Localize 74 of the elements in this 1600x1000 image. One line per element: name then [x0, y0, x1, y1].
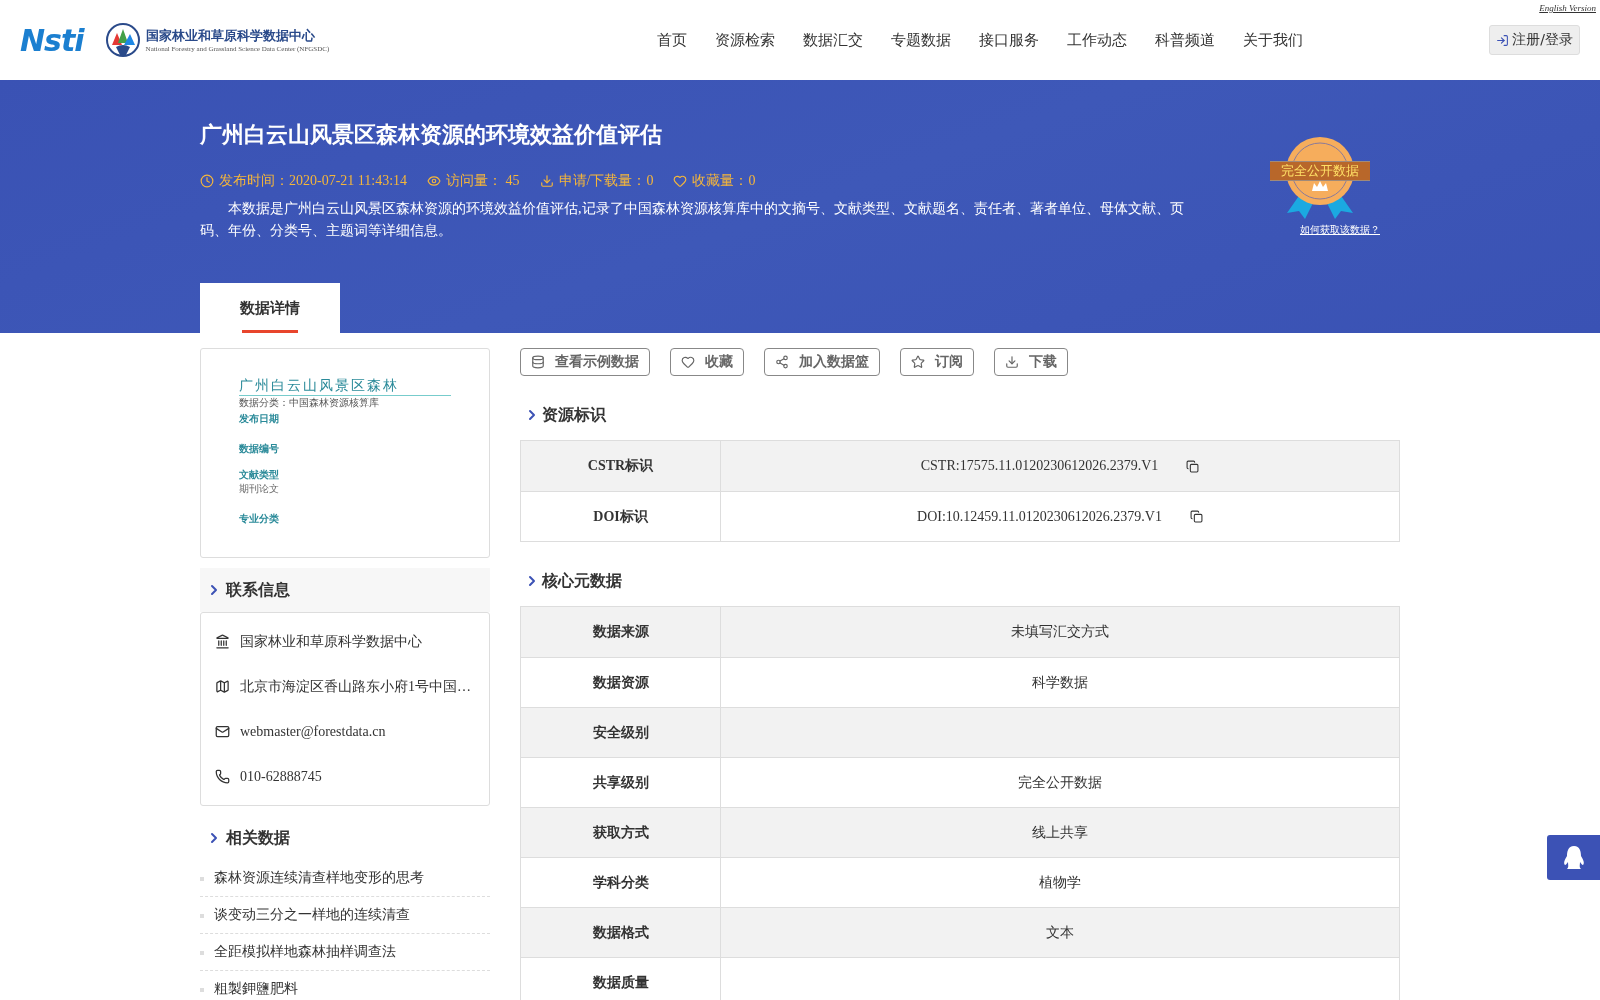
section-heading: 核心元数据: [542, 570, 622, 592]
meta-text: 访问量： 45: [446, 172, 520, 190]
clock-icon: [200, 174, 214, 188]
meta-text: 发布时间：2020-07-21 11:43:14: [219, 172, 408, 190]
database-icon: [531, 355, 545, 369]
phone-icon: [215, 769, 230, 784]
table-cell: 科学数据: [1032, 673, 1088, 692]
chat-button[interactable]: [1547, 835, 1600, 880]
eye-icon: [427, 174, 442, 188]
table-cell: DOI标识: [521, 492, 721, 541]
contact-text: webmaster@forestdata.cn: [240, 723, 386, 740]
related-link[interactable]: 全距模拟样地森林抽样调查法: [200, 934, 490, 971]
org-name: 国家林业和草原科学数据中心: [145, 27, 316, 45]
action-button[interactable]: 下载: [994, 348, 1068, 376]
nav-link[interactable]: 科普频道: [1155, 30, 1216, 50]
heart-icon: [673, 174, 688, 188]
copy-icon[interactable]: [1186, 459, 1200, 473]
table-cell: 数据质量: [521, 958, 721, 1000]
nav-link[interactable]: 数据汇交: [803, 30, 864, 50]
cover-title: 广州白云山风景区森林: [239, 377, 451, 396]
cover-value: 期刊论文: [239, 482, 280, 496]
table-cell: 未填写汇交方式: [1011, 623, 1109, 641]
nav-link[interactable]: 工作动态: [1067, 30, 1128, 50]
cover-label: 发布日期: [239, 412, 280, 426]
star-icon: [911, 355, 925, 369]
tab[interactable]: 数据详情: [200, 283, 340, 333]
section-heading: 资源标识: [542, 404, 606, 426]
section-heading: 联系信息: [226, 579, 290, 601]
contact-text: 北京市海淀区香山路东小府1号中国…: [240, 677, 471, 696]
cover-label: 数据编号: [239, 442, 280, 456]
section-heading: 相关数据: [226, 827, 290, 849]
table-cell: 线上共享: [1032, 823, 1088, 842]
map-icon: [215, 679, 230, 694]
table-cell: DOI:10.12459.11.0120230612026.2379.V1: [917, 508, 1162, 525]
table-cell: 文本: [1046, 923, 1074, 942]
related-link[interactable]: 粗製鉀鹽肥料: [200, 971, 490, 1000]
related-link[interactable]: 森林资源连续清查样地变形的思考: [200, 860, 490, 897]
login-icon: [1496, 33, 1510, 47]
login-button[interactable]: 注册/登录: [1489, 25, 1580, 55]
logo[interactable]: Nsti: [20, 22, 84, 58]
bank-icon: [215, 634, 230, 649]
action-button[interactable]: 查看示例数据: [520, 348, 650, 376]
meta-text: 申请/下载量：0: [558, 172, 654, 190]
contact-text: 国家林业和草原科学数据中心: [240, 632, 422, 651]
table-cell: CSTR:17575.11.0120230612026.2379.V1: [920, 458, 1159, 474]
cover-subtitle: 数据分类：中国森林资源核算库: [239, 396, 380, 410]
nav-link[interactable]: 接口服务: [979, 30, 1040, 50]
dataset-title: 广州白云山风景区森林资源的环境效益价值评估: [200, 121, 663, 149]
nav-link[interactable]: 专题数据: [891, 30, 952, 50]
cover-label: 专业分类: [239, 512, 280, 526]
share-icon: [775, 355, 789, 369]
english-version-link[interactable]: English Version: [1539, 3, 1596, 13]
related-link[interactable]: 谈变动三分之一样地的连续清查: [200, 897, 490, 934]
badge-label: 完全公开数据: [1270, 161, 1370, 181]
cover-label: 文献类型: [239, 468, 280, 482]
how-to-get-link[interactable]: 如何获取该数据？: [1300, 223, 1380, 237]
download-icon: [1005, 355, 1019, 369]
nav-link[interactable]: 关于我们: [1243, 30, 1304, 50]
description: 本数据是广州白云山风景区森林资源的环境效益价值评估,记录了中国森林资源核算库中的文摘号、文献类型、文献题名、责任者、著者单位、母体文献、页码、年份、分类号、主题词等详细信息。: [200, 200, 1185, 240]
copy-icon[interactable]: [1189, 510, 1203, 523]
action-button[interactable]: 加入数据篮: [764, 348, 880, 376]
action-button[interactable]: 订阅: [900, 348, 974, 376]
table-cell: 完全公开数据: [1018, 773, 1102, 792]
heart-icon: [681, 355, 695, 369]
tree-logo-icon: [105, 23, 140, 57]
download-icon: [539, 174, 554, 188]
nav-link[interactable]: 资源检索: [715, 30, 776, 50]
action-button[interactable]: 收藏: [670, 348, 744, 376]
mail-icon: [215, 724, 230, 739]
table-cell: 植物学: [1039, 873, 1081, 892]
meta-text: 收藏量：0: [692, 172, 756, 190]
penguin-icon: [1561, 844, 1586, 871]
nav-link[interactable]: 首页: [657, 30, 688, 50]
contact-text: 010-62888745: [240, 768, 322, 785]
